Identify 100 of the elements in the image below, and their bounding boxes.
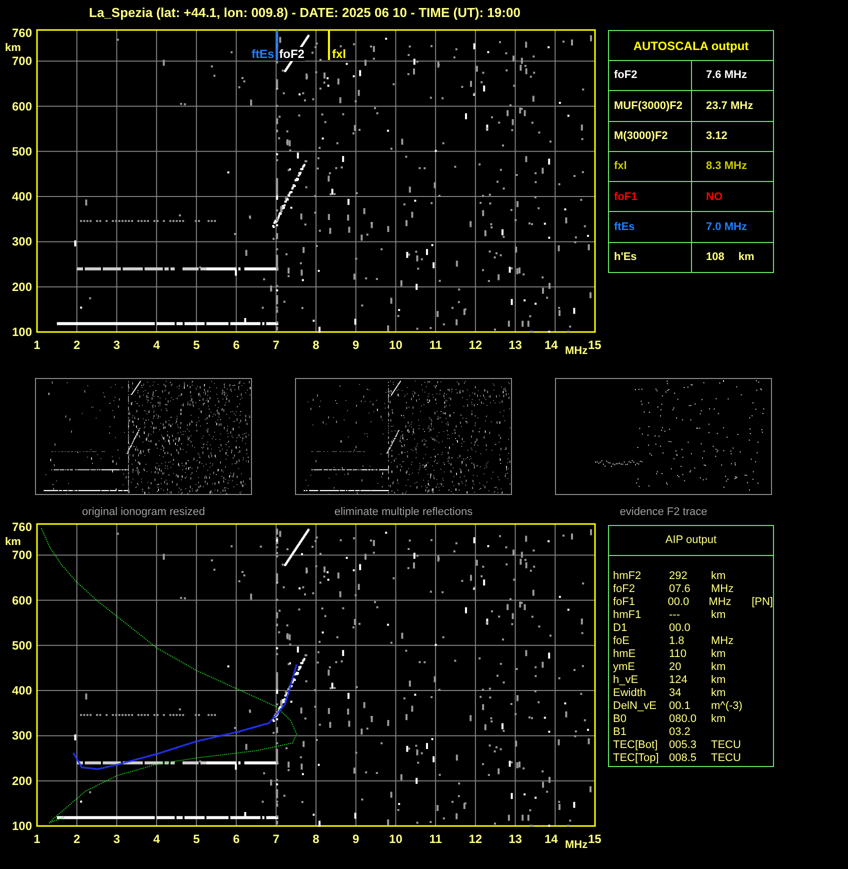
axis-tick-label: 10 xyxy=(389,832,402,846)
thumbnail-caption: original ionogram resized xyxy=(82,506,205,518)
axis-tick-label: 7 xyxy=(272,338,280,352)
aip-value: 20 xyxy=(668,661,682,674)
aip-note: [PN] xyxy=(752,596,773,609)
marker-line xyxy=(328,30,330,60)
axis-tick-label: 1 xyxy=(34,832,40,846)
aip-name: TEC[Top] xyxy=(613,752,660,765)
parameter-label: foF1 xyxy=(614,190,638,205)
panel-title: AIP output xyxy=(665,533,717,548)
axis-tick-label: 200 xyxy=(12,280,32,294)
parameter-value: 7.6 MHz xyxy=(706,68,747,84)
aip-name: foF1 xyxy=(613,596,636,609)
aip-name: B1 xyxy=(613,726,628,739)
aip-value: 00.0 xyxy=(668,622,692,635)
parameter-value: 23.7 MHz xyxy=(706,98,754,114)
aip-value: 07.6 xyxy=(668,583,692,596)
aip-value: 124 xyxy=(668,674,688,687)
aip-name: TEC[Bot] xyxy=(613,739,659,752)
parameter-label: MUF(3000)F2 xyxy=(614,98,682,114)
axis-unit-label: MHz xyxy=(565,839,588,851)
aip-value: 1.8 xyxy=(668,635,686,648)
aip-name: h_vE xyxy=(613,674,640,687)
axis-tick-label: 7 xyxy=(272,832,280,846)
aip-unit: MHz xyxy=(711,583,735,596)
axis-tick-label: 6 xyxy=(232,338,240,352)
axis-tick-label: 3 xyxy=(113,338,120,352)
parameter-label: fxl xyxy=(614,159,627,174)
parameter-value: 8.3 MHz xyxy=(706,159,747,174)
marker-label: foF2 xyxy=(279,47,304,61)
axis-tick-label: 2 xyxy=(74,832,80,846)
thumbnail-caption: eliminate multiple reflections xyxy=(334,506,473,518)
aip-name: foE xyxy=(613,635,631,648)
axis-tick-label: 10 xyxy=(389,338,402,352)
axis-tick-label: 100 xyxy=(12,819,32,833)
aip-value: 008.5 xyxy=(668,752,698,765)
axis-tick-label: 9 xyxy=(352,832,360,846)
axis-tick-label: 4 xyxy=(153,338,160,352)
axis-tick-label: 2 xyxy=(74,338,80,352)
marker-label: fxl xyxy=(332,47,346,61)
aip-value: 00.1 xyxy=(668,700,692,713)
axis-tick-label: 11 xyxy=(429,338,442,352)
axis-tick-label: 200 xyxy=(12,774,32,788)
axis-unit-label: MHz xyxy=(565,345,588,357)
parameter-label: M(3000)F2 xyxy=(614,128,668,144)
axis-tick-label: 13 xyxy=(508,338,522,352)
aip-value: --- xyxy=(668,609,681,622)
axis-tick-label: 300 xyxy=(12,234,32,249)
parameter-value: 7.0 MHz xyxy=(706,220,747,235)
axis-tick-label: 14 xyxy=(544,338,558,352)
aip-unit: km xyxy=(711,648,727,661)
parameter-label: foF2 xyxy=(614,68,638,84)
aip-name: B0 xyxy=(613,713,628,726)
aip-name: hmF2 xyxy=(613,570,642,583)
axis-tick-label: 600 xyxy=(12,99,32,114)
aip-name: hmE xyxy=(613,648,637,661)
aip-unit: MHz xyxy=(711,635,735,648)
axis-tick-label: 12 xyxy=(468,338,482,352)
aip-unit: km xyxy=(711,674,727,687)
axis-tick-label: 1 xyxy=(34,338,40,352)
axis-tick-label: 500 xyxy=(12,144,32,158)
axis-tick-label: 760 xyxy=(12,26,32,40)
axis-tick-label: 12 xyxy=(468,832,482,846)
aip-value: 00.0 xyxy=(666,596,690,609)
aip-name: hmF1 xyxy=(613,609,642,622)
aip-unit: km xyxy=(711,661,727,674)
axis-tick-label: 5 xyxy=(193,338,200,352)
axis-tick-label: 760 xyxy=(12,520,32,534)
parameter-value: NO xyxy=(706,190,722,205)
parameter-value: 108 xyxy=(706,250,724,266)
aip-value: 110 xyxy=(668,648,688,661)
axis-tick-label: 500 xyxy=(12,638,32,652)
ionogram-title: La_Spezia (lat: +44.1, lon: 009.8) - DATE: 2025 06 10 - TIME (UT): 19:00 xyxy=(89,5,520,20)
axis-tick-label: 700 xyxy=(12,548,32,562)
axis-tick-label: 6 xyxy=(232,832,240,846)
aip-unit: km xyxy=(711,687,727,700)
aip-value: 080.0 xyxy=(668,713,698,726)
thumbnail-caption: evidence F2 trace xyxy=(620,506,708,518)
aip-unit: MHz xyxy=(708,596,732,609)
axis-tick-label: 5 xyxy=(193,832,200,846)
parameter-label: ftEs xyxy=(614,220,635,235)
aip-name: foF2 xyxy=(613,583,636,596)
aip-unit: m^(-3) xyxy=(711,700,744,713)
marker-line xyxy=(276,30,278,60)
axis-tick-label: 3 xyxy=(113,832,120,846)
axis-tick-label: 9 xyxy=(352,338,360,352)
axis-tick-label: 300 xyxy=(12,728,32,743)
axis-tick-label: 15 xyxy=(588,338,602,352)
aip-name: DelN_vE xyxy=(613,700,658,713)
marker-label: ftEs xyxy=(251,47,274,61)
axis-tick-label: 400 xyxy=(12,190,32,204)
axis-tick-label: 8 xyxy=(312,832,320,846)
aip-name: Ewidth xyxy=(613,687,648,700)
axis-tick-label: 13 xyxy=(508,832,522,846)
axis-tick-label: 15 xyxy=(588,832,602,846)
axis-tick-label: 400 xyxy=(12,684,32,698)
aip-value: 005.3 xyxy=(668,739,698,752)
axis-tick-label: 11 xyxy=(429,832,442,846)
axis-tick-label: 4 xyxy=(153,832,160,846)
axis-tick-label: 14 xyxy=(544,832,558,846)
